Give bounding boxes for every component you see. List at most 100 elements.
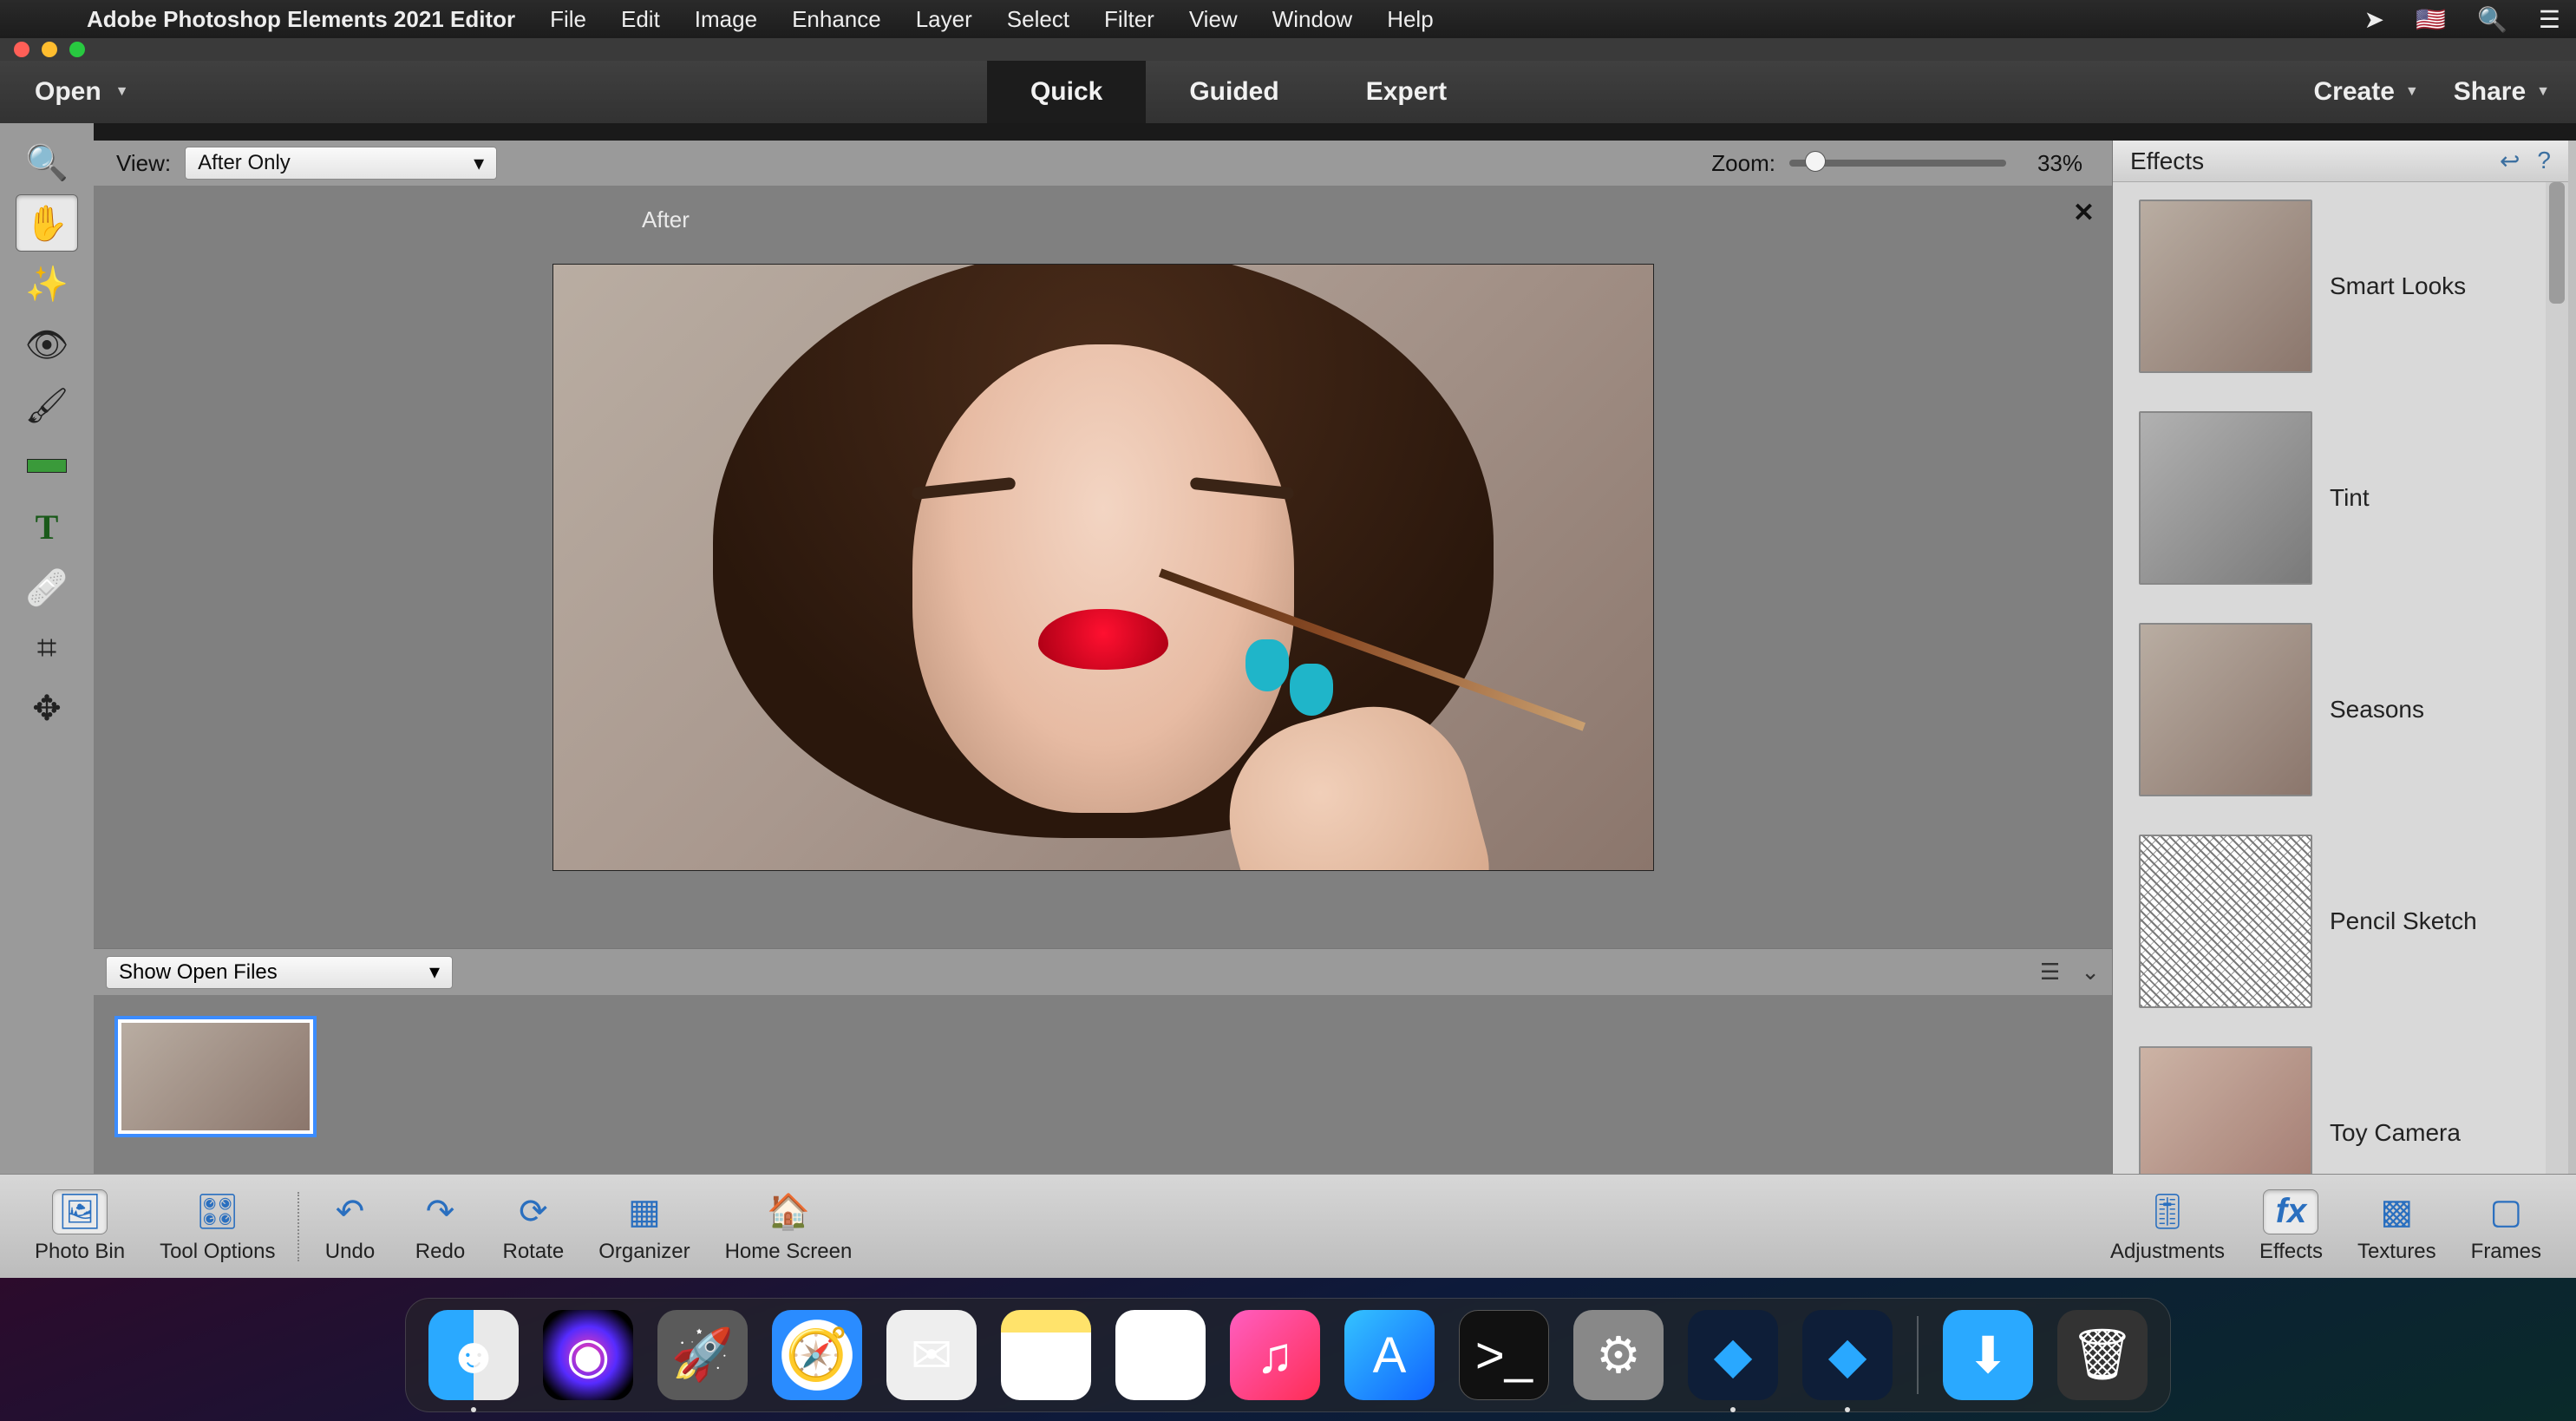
frames-button-icon: ▢ (2478, 1189, 2534, 1234)
menu-image[interactable]: Image (677, 6, 775, 33)
photo-bin-expand-icon[interactable]: ⌄ (2081, 959, 2100, 986)
menu-layer[interactable]: Layer (899, 6, 990, 33)
mode-tab-quick[interactable]: Quick (987, 61, 1146, 123)
menu-window[interactable]: Window (1255, 6, 1370, 33)
undo-button-label: Undo (325, 1240, 375, 1264)
dock-safari-icon[interactable]: 🧭 (772, 1310, 862, 1400)
effects-panel-title: Effects (2130, 147, 2204, 175)
dock-mail-icon[interactable]: ✉︎ (886, 1310, 977, 1400)
effect-pencil-sketch[interactable]: Pencil Sketch (2139, 835, 2542, 1008)
menu-help[interactable]: Help (1370, 6, 1450, 33)
zoom-window-button[interactable] (69, 42, 85, 57)
dock-downloads-icon[interactable]: ⬇︎ (1943, 1310, 2033, 1400)
photo-bin-button-icon: 🖼 (52, 1189, 108, 1234)
quick-select[interactable]: ✨ (16, 255, 78, 312)
scrollbar-thumb[interactable] (2549, 182, 2565, 304)
effect-toy-camera[interactable]: Toy Camera (2139, 1046, 2542, 1174)
zoom-label: Zoom: (1711, 150, 1775, 177)
dock-launchpad-icon[interactable]: 🚀 (657, 1310, 748, 1400)
effect-smart-looks[interactable]: Smart Looks (2139, 200, 2542, 373)
canvas-image[interactable] (552, 264, 1654, 871)
workspace: After ✕ Show Open Files ▾ (94, 186, 2112, 1174)
app-name-label[interactable]: Adobe Photoshop Elements 2021 Editor (69, 6, 533, 33)
spot-heal[interactable]: 🩹 (16, 559, 78, 616)
input-flag-icon[interactable]: 🇺🇸 (2400, 5, 2462, 34)
home-screen-button[interactable]: 🏠Home Screen (708, 1189, 870, 1264)
menu-enhance[interactable]: Enhance (775, 6, 899, 33)
dropdown-icon: ▼ (2536, 84, 2550, 100)
reset-effects-icon[interactable]: ↩︎ (2500, 147, 2520, 175)
minimize-window-button[interactable] (42, 42, 57, 57)
tool-options-button[interactable]: 🎛Tool Options (142, 1189, 292, 1264)
undo-button[interactable]: ↶Undo (304, 1189, 395, 1264)
redo-button[interactable]: ↷Redo (395, 1189, 485, 1264)
menu-extras-icon[interactable]: ➤ (2349, 5, 2400, 34)
view-mode-select[interactable]: After Only ▾ (185, 147, 497, 180)
menu-filter[interactable]: Filter (1087, 6, 1172, 33)
effects-scrollbar[interactable] (2546, 182, 2568, 1174)
open-menu-button[interactable]: Open ▼ (0, 61, 164, 123)
mode-tab-expert[interactable]: Expert (1323, 61, 1490, 123)
dock-notes-icon[interactable] (1001, 1310, 1091, 1400)
rotate-button[interactable]: ⟳Rotate (485, 1189, 581, 1264)
effect-thumbnail (2139, 200, 2312, 373)
photo-bin-button[interactable]: 🖼Photo Bin (17, 1189, 142, 1264)
whiten-teeth[interactable]: 🖌 (16, 377, 78, 434)
dock-pse-organizer-icon[interactable]: ◆ (1688, 1310, 1778, 1400)
tool-options-button-icon: 🎛 (190, 1189, 245, 1234)
menu-view[interactable]: View (1172, 6, 1255, 33)
share-menu-button[interactable]: Share ▼ (2454, 77, 2550, 107)
task-bar: 🖼Photo Bin🎛Tool Options↶Undo↷Redo⟳Rotate… (0, 1174, 2576, 1278)
adjustments-button[interactable]: 🎚Adjustments (2093, 1189, 2242, 1264)
photo-bin-filter-select[interactable]: Show Open Files ▾ (106, 956, 453, 989)
mac-menubar: Adobe Photoshop Elements 2021 Editor Fil… (0, 0, 2576, 38)
dock-photos-icon[interactable]: ❋ (1115, 1310, 1206, 1400)
zoom-tool[interactable]: 🔍 (16, 134, 78, 191)
zoom-slider[interactable] (1789, 160, 2006, 167)
textures-button[interactable]: ▩Textures (2340, 1189, 2454, 1264)
frames-button-label: Frames (2471, 1240, 2541, 1264)
share-label: Share (2454, 77, 2526, 107)
effect-thumbnail (2139, 835, 2312, 1008)
effect-tint[interactable]: Tint (2139, 411, 2542, 585)
effects-button[interactable]: fx Effects (2242, 1189, 2340, 1264)
zoom-slider-thumb[interactable] (1805, 151, 1826, 172)
create-menu-button[interactable]: Create ▼ (2314, 77, 2419, 107)
dock-terminal-icon[interactable]: >_ (1459, 1310, 1549, 1400)
straighten-tool[interactable] (16, 437, 78, 494)
frames-button[interactable]: ▢ Frames (2454, 1189, 2559, 1264)
dropdown-icon: ▾ (429, 959, 440, 985)
dock-siri-icon[interactable]: ◉ (543, 1310, 633, 1400)
dock-app-store-icon[interactable]: A (1344, 1310, 1435, 1400)
effects-button-label: Effects (2259, 1240, 2323, 1264)
organizer-button-icon: ▦ (617, 1189, 672, 1234)
crop-tool[interactable]: ⌗ (16, 619, 78, 677)
dock-system-settings-icon[interactable]: ⚙︎ (1573, 1310, 1664, 1400)
effect-label: Tint (2330, 484, 2370, 512)
effects-panel-header: Effects ↩︎ ? (2113, 141, 2568, 182)
photo-bin-list-icon[interactable]: ☰ (2040, 959, 2060, 986)
type-tool[interactable]: T (16, 498, 78, 555)
effects-button-icon: fx (2263, 1189, 2318, 1234)
menu-select[interactable]: Select (990, 6, 1087, 33)
panel-help-icon[interactable]: ? (2537, 147, 2551, 175)
mode-tab-guided[interactable]: Guided (1146, 61, 1322, 123)
dropdown-icon: ▾ (474, 151, 484, 176)
effect-seasons[interactable]: Seasons (2139, 623, 2542, 796)
home-screen-button-icon: 🏠 (761, 1189, 816, 1234)
open-file-thumbnail[interactable] (114, 1016, 317, 1137)
dock-trash-icon[interactable]: 🗑 (2057, 1310, 2148, 1400)
hand-tool[interactable]: ✋ (16, 194, 78, 252)
right-gutter (2568, 141, 2576, 1174)
menu-edit[interactable]: Edit (604, 6, 677, 33)
close-window-button[interactable] (14, 42, 29, 57)
dock-finder-icon[interactable]: ☻ (428, 1310, 519, 1400)
menu-file[interactable]: File (533, 6, 604, 33)
dock-music-icon[interactable]: ♫ (1230, 1310, 1320, 1400)
spotlight-icon[interactable]: 🔍 (2462, 5, 2523, 34)
dock-pse-editor-icon[interactable]: ◆ (1802, 1310, 1893, 1400)
redeye-tool[interactable]: 👁 (16, 316, 78, 373)
control-center-icon[interactable]: ☰ (2523, 5, 2576, 34)
move-tool[interactable]: ✥ (16, 680, 78, 737)
organizer-button[interactable]: ▦Organizer (581, 1189, 707, 1264)
